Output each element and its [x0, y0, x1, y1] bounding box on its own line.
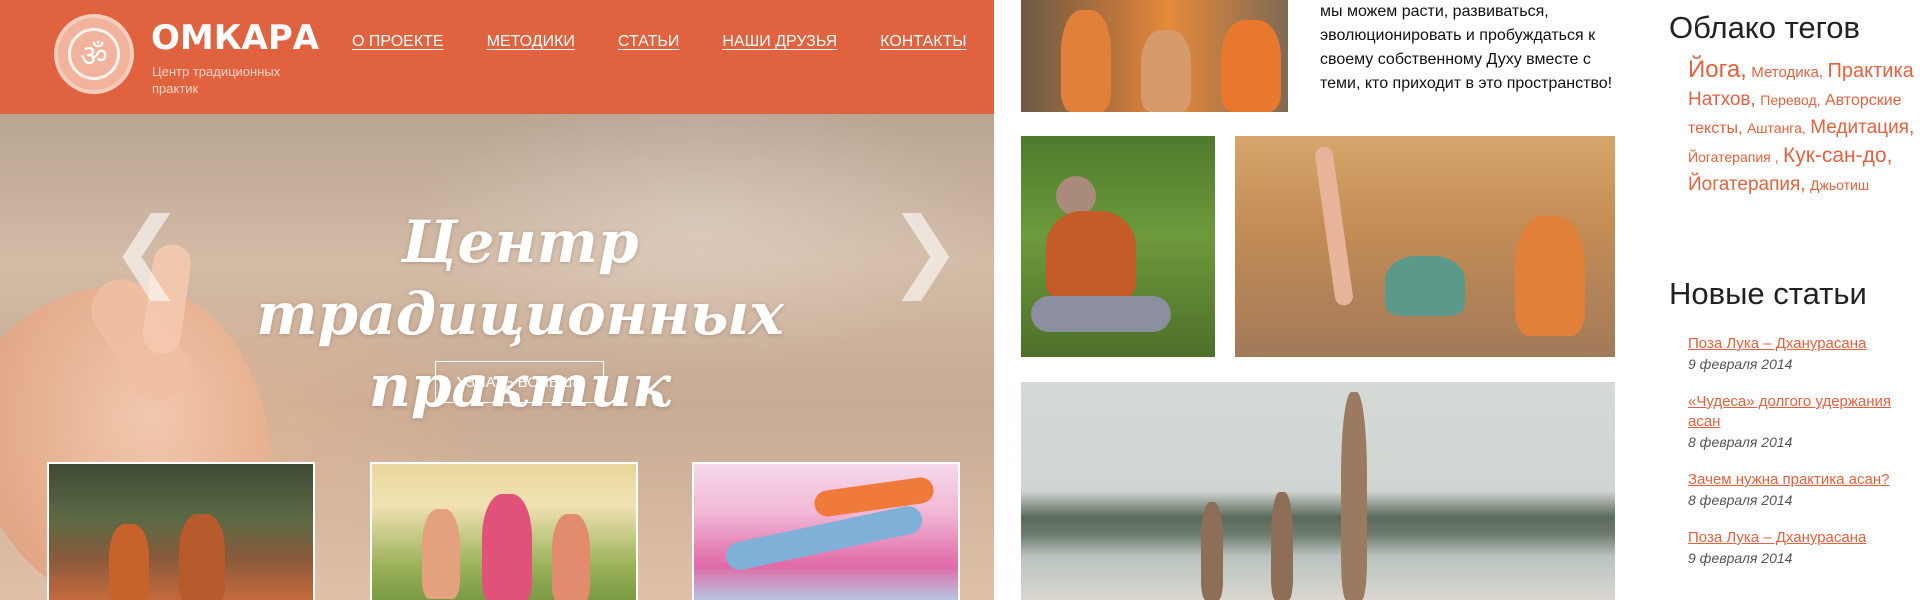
- new-posts-heading: Новые статьи: [1669, 276, 1867, 311]
- feature-thumbnail[interactable]: [692, 462, 960, 600]
- tag-link[interactable]: Кук-сан-до,: [1783, 144, 1892, 167]
- tag-cloud-heading: Облако тегов: [1669, 10, 1860, 45]
- feature-thumbnail[interactable]: [47, 462, 315, 600]
- nav-item-methods[interactable]: МЕТОДИКИ: [487, 33, 575, 51]
- feature-thumbnail[interactable]: [370, 462, 638, 600]
- brand-name[interactable]: ОМКАРА: [151, 18, 319, 58]
- nav-item-about[interactable]: О ПРОЕКТЕ: [352, 33, 444, 51]
- post-item: «Чудеса» долгого удержания асан 8 феврал…: [1688, 392, 1920, 452]
- page-root: ॐ ОМКАРА Центр традиционных практик О ПР…: [0, 0, 1920, 600]
- nav-item-contacts[interactable]: КОНТАКТЫ: [880, 33, 966, 51]
- post-link[interactable]: Поза Лука – Дханурасана: [1688, 528, 1920, 548]
- tag-link[interactable]: Йога,: [1688, 56, 1747, 83]
- tag-link[interactable]: Натхов,: [1688, 89, 1756, 110]
- photo-meditation: [1021, 136, 1215, 357]
- om-symbol: ॐ: [68, 28, 120, 80]
- tag-link[interactable]: Методика,: [1751, 64, 1823, 81]
- intro-paragraph: мы можем расти, развиваться, эволюционир…: [1320, 3, 1613, 92]
- photo-yoga-class: [1235, 136, 1615, 357]
- post-item: Поза Лука – Дханурасана 9 февраля 2014: [1688, 528, 1920, 568]
- tag-link[interactable]: Йогатерапия ,: [1688, 149, 1779, 165]
- nav-item-friends[interactable]: НАШИ ДРУЗЬЯ: [722, 33, 837, 51]
- nav-item-articles[interactable]: СТАТЬИ: [618, 33, 679, 51]
- new-posts-list: Поза Лука – Дханурасана 9 февраля 2014 «…: [1688, 334, 1920, 586]
- logo-om-icon[interactable]: ॐ: [54, 14, 134, 94]
- tag-link[interactable]: Перевод,: [1760, 92, 1820, 108]
- slider-prev-icon[interactable]: ❮: [110, 206, 184, 294]
- tag-cloud: Йога, Методика, Практика Натхов, Перевод…: [1688, 56, 1920, 199]
- slider-next-icon[interactable]: ❯: [888, 206, 962, 294]
- post-link[interactable]: Поза Лука – Дханурасана: [1688, 334, 1920, 354]
- tag-link[interactable]: Джьотиш: [1810, 177, 1869, 193]
- site-header: ॐ ОМКАРА Центр традиционных практик О ПР…: [0, 0, 994, 114]
- post-item: Зачем нужна практика асан? 8 февраля 201…: [1688, 470, 1920, 510]
- post-link[interactable]: «Чудеса» долгого удержания асан: [1688, 392, 1920, 432]
- tag-link[interactable]: Практика: [1828, 60, 1914, 82]
- post-date: 9 февраля 2014: [1688, 550, 1793, 566]
- photo-sadhus: [1021, 0, 1288, 112]
- brand-tagline: Центр традиционных практик: [152, 64, 281, 96]
- post-date: 8 февраля 2014: [1688, 492, 1793, 508]
- post-item: Поза Лука – Дханурасана 9 февраля 2014: [1688, 334, 1920, 374]
- photo-beach-headstand: [1021, 382, 1615, 600]
- post-date: 8 февраля 2014: [1688, 434, 1793, 450]
- main-nav: О ПРОЕКТЕ МЕТОДИКИ СТАТЬИ НАШИ ДРУЗЬЯ КО…: [352, 33, 967, 51]
- site-preview: ॐ ОМКАРА Центр традиционных практик О ПР…: [0, 0, 994, 600]
- tag-link[interactable]: Йогатерапия,: [1688, 174, 1806, 195]
- post-date: 9 февраля 2014: [1688, 356, 1793, 372]
- tag-link[interactable]: Медитация,: [1810, 117, 1914, 138]
- tag-link[interactable]: Аштанга,: [1747, 120, 1806, 136]
- post-link[interactable]: Зачем нужна практика асан?: [1688, 470, 1920, 490]
- learn-more-button[interactable]: УЗНАТЬ БОЛЬШЕ: [435, 361, 604, 403]
